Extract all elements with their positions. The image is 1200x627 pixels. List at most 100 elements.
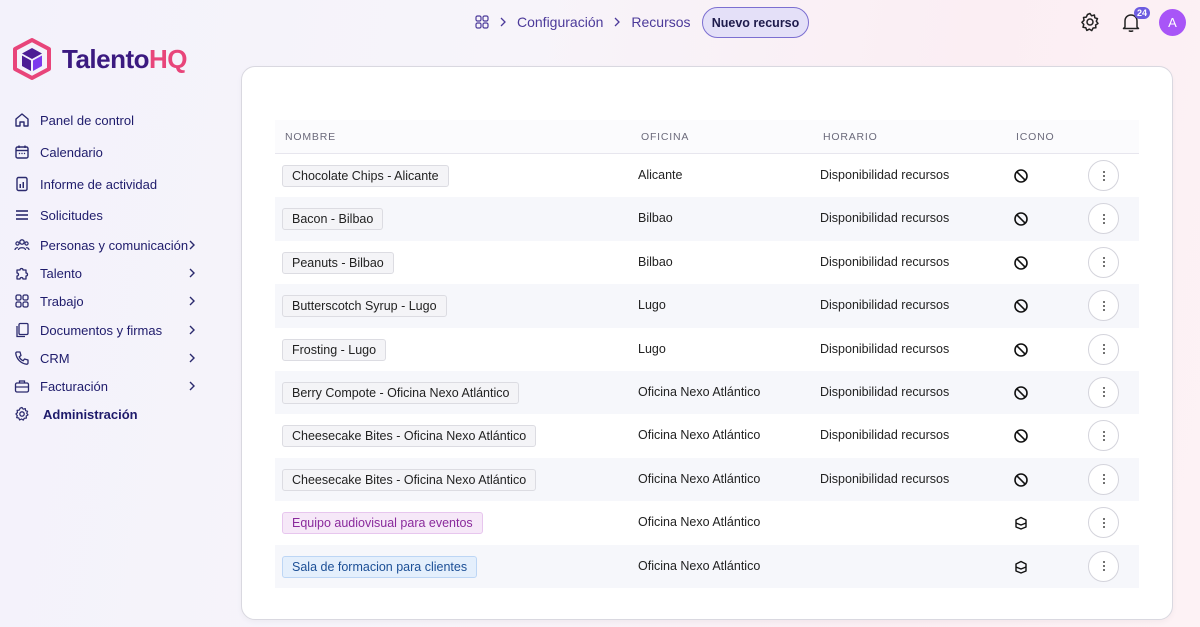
settings-icon[interactable] (1079, 11, 1101, 33)
ban-icon (1014, 169, 1028, 183)
resource-name-chip[interactable]: Cheesecake Bites - Oficina Nexo Atlántic… (282, 425, 537, 448)
resource-office: Oficina Nexo Atlántico (638, 515, 761, 530)
calendar-icon (15, 145, 29, 159)
sidebar: TalentoHQ Panel de control Calendario In… (0, 0, 230, 627)
sidebar-item-trabajo[interactable]: Trabajo (0, 287, 210, 315)
resource-office: Oficina Nexo Atlántico (638, 384, 761, 399)
resource-name-chip[interactable]: Bacon - Bilbao (282, 208, 384, 231)
table-row: Cheesecake Bites - Oficina Nexo Atlántic… (275, 457, 1139, 502)
more-vertical-icon (1102, 344, 1105, 355)
resource-office: Alicante (638, 168, 683, 182)
ban-icon (1014, 429, 1028, 444)
sidebar-item-label: Facturación (40, 378, 108, 394)
more-vertical-icon (1102, 561, 1105, 572)
chevron-right-icon (189, 268, 195, 278)
sidebar-item-administracion[interactable]: Administración (0, 400, 210, 428)
table-row: Frosting - Lugo Lugo Disponibilidad recu… (275, 328, 1139, 371)
more-vertical-icon (1102, 213, 1105, 224)
sidebar-item-label: CRM (40, 350, 70, 366)
resource-office: Oficina Nexo Atlántico (638, 558, 761, 573)
row-actions-button[interactable] (1088, 550, 1119, 582)
column-header-nombre[interactable]: NOMBRE (285, 131, 336, 143)
apps-grid-icon[interactable] (475, 15, 489, 29)
sidebar-item-solicitudes[interactable]: Solicitudes (0, 201, 210, 229)
ban-icon (1014, 386, 1028, 400)
resource-schedule: Disponibilidad recursos (820, 341, 950, 356)
table-row: Cheesecake Bites - Oficina Nexo Atlántic… (275, 414, 1139, 457)
column-header-horario[interactable]: HORARIO (823, 131, 878, 143)
sidebar-item-talento[interactable]: Talento (0, 259, 210, 287)
top-bar: Configuración Recursos Nuevo recurso 24 … (0, 0, 1200, 46)
resource-name-chip[interactable]: Butterscotch Syrup - Lugo (282, 295, 447, 318)
row-actions-button[interactable] (1088, 203, 1119, 235)
resource-name-chip[interactable]: Cheesecake Bites - Oficina Nexo Atlántic… (282, 468, 537, 491)
column-header-oficina[interactable]: OFICINA (641, 131, 689, 143)
table-body: Chocolate Chips - Alicante Alicante Disp… (275, 154, 1139, 588)
ban-icon (1014, 342, 1028, 357)
sidebar-item-label: Documentos y firmas (40, 322, 163, 338)
resource-name-chip[interactable]: Frosting - Lugo (282, 338, 387, 361)
avatar[interactable]: A (1159, 9, 1186, 36)
chevron-right-icon (189, 381, 195, 391)
report-icon (16, 176, 28, 192)
row-actions-button[interactable] (1088, 507, 1119, 539)
sidebar-item-informe[interactable]: Informe de actividad (0, 170, 210, 198)
resource-office: Oficina Nexo Atlántico (638, 428, 761, 443)
row-actions-button[interactable] (1088, 246, 1119, 278)
sidebar-item-label: Calendario (40, 144, 103, 160)
resource-office: Bilbao (638, 254, 673, 269)
table-row: Chocolate Chips - Alicante Alicante Disp… (275, 154, 1139, 197)
more-vertical-icon (1102, 300, 1105, 311)
resource-name-chip[interactable]: Equipo audiovisual para eventos (282, 512, 483, 535)
ban-icon (1014, 299, 1028, 313)
resource-name-chip[interactable]: Sala de formacion para clientes (282, 555, 478, 578)
breadcrumb-configuracion[interactable]: Configuración (517, 14, 603, 30)
sidebar-item-label: Administración (43, 406, 138, 422)
sidebar-item-facturacion[interactable]: Facturación (0, 372, 210, 400)
people-icon (14, 239, 30, 251)
chevron-right-icon (189, 325, 195, 335)
home-icon (15, 113, 29, 127)
chevron-right-icon (189, 353, 195, 363)
row-actions-button[interactable] (1088, 290, 1119, 322)
row-actions-button[interactable] (1088, 376, 1119, 408)
briefcase-icon (14, 380, 30, 393)
box-icon (1015, 516, 1027, 530)
row-actions-button[interactable] (1088, 160, 1119, 191)
notification-badge: 24 (1134, 7, 1151, 19)
resource-name-chip[interactable]: Chocolate Chips - Alicante (282, 165, 449, 187)
sidebar-item-label: Panel de control (40, 112, 134, 128)
more-vertical-icon (1102, 430, 1105, 441)
table-row: Bacon - Bilbao Bilbao Disponibilidad rec… (275, 197, 1139, 241)
table-header: NOMBRE OFICINA HORARIO ICONO (275, 120, 1139, 154)
sidebar-item-label: Solicitudes (40, 207, 103, 223)
brand-name-part1: Talento (62, 43, 150, 74)
sidebar-item-crm[interactable]: CRM (0, 344, 210, 372)
table-row: Equipo audiovisual para eventos Oficina … (275, 501, 1139, 544)
resource-schedule: Disponibilidad recursos (820, 471, 950, 486)
more-vertical-icon (1102, 170, 1105, 181)
table-row: Peanuts - Bilbao Bilbao Disponibilidad r… (275, 241, 1139, 284)
row-actions-button[interactable] (1088, 420, 1119, 452)
new-resource-button[interactable]: Nuevo recurso (702, 7, 809, 38)
resource-schedule: Disponibilidad recursos (820, 298, 950, 313)
resource-office: Lugo (638, 298, 666, 313)
chevron-right-icon (500, 17, 506, 27)
row-actions-button[interactable] (1088, 333, 1119, 365)
resource-name-chip[interactable]: Peanuts - Bilbao (282, 251, 394, 274)
sidebar-item-label: Personas y comunicación (40, 237, 189, 253)
resource-office: Lugo (638, 341, 666, 356)
sidebar-item-documentos[interactable]: Documentos y firmas (0, 316, 210, 344)
list-icon (16, 210, 28, 220)
row-actions-button[interactable] (1088, 463, 1119, 495)
column-header-icono[interactable]: ICONO (1016, 131, 1054, 143)
sidebar-item-panel[interactable]: Panel de control (0, 106, 210, 134)
resource-office: Oficina Nexo Atlántico (638, 471, 761, 486)
resource-name-chip[interactable]: Berry Compote - Oficina Nexo Atlántico (282, 381, 520, 404)
resources-table: NOMBRE OFICINA HORARIO ICONO Chocolate C… (275, 120, 1139, 588)
breadcrumb-recursos[interactable]: Recursos (631, 14, 690, 30)
resource-schedule: Disponibilidad recursos (820, 254, 950, 269)
sidebar-item-calendario[interactable]: Calendario (0, 138, 210, 166)
sidebar-item-personas[interactable]: Personas y comunicación (0, 231, 210, 259)
table-row: Butterscotch Syrup - Lugo Lugo Disponibi… (275, 284, 1139, 328)
